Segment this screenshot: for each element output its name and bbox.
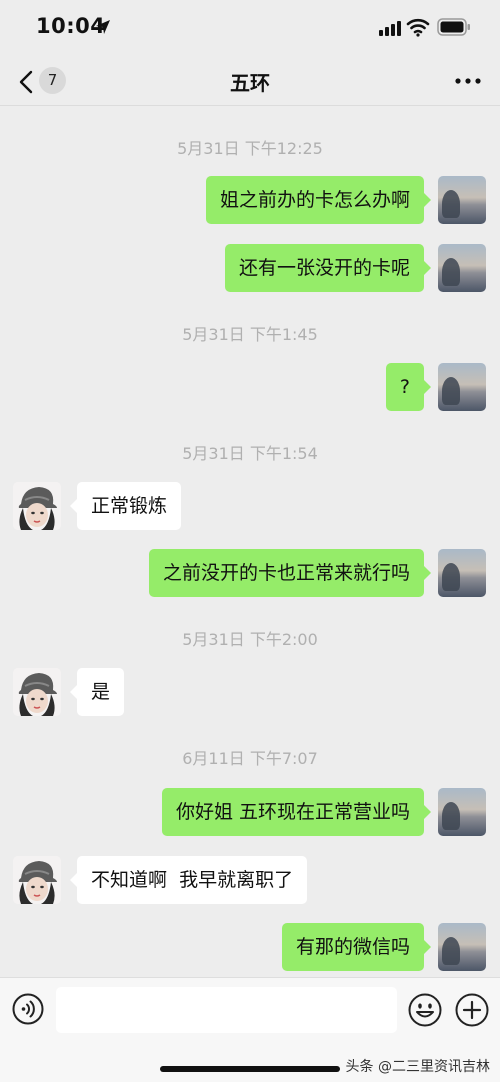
watermark-text: 头条 @二三里资讯吉林 <box>345 1059 490 1075</box>
unread-count-badge: 7 <box>39 67 66 94</box>
outgoing-message-bubble[interactable]: 你好姐 五环现在正常营业吗 <box>161 788 432 836</box>
add-attachment-icon[interactable] <box>455 993 489 1027</box>
my-avatar[interactable] <box>438 363 486 411</box>
incoming-message-bubble[interactable]: 正常锻炼 <box>69 482 182 530</box>
contact-avatar[interactable] <box>13 668 61 716</box>
my-avatar[interactable] <box>438 176 486 224</box>
message-list[interactable]: 5月31日 下午12:25 姐之前办的卡怎么办啊 还有一张没开的卡呢 5月31日… <box>0 107 500 977</box>
incoming-message-bubble[interactable]: 不知道啊 我早就离职了 <box>69 856 308 904</box>
contact-avatar-image <box>13 668 61 716</box>
outgoing-message-bubble[interactable]: ? <box>385 363 432 411</box>
message-timestamp: 5月31日 下午2:00 <box>182 630 318 649</box>
chat-screen: 10:04 7 五环 5月31日 下午12:25 姐之前办的卡怎么办啊 还有一张… <box>0 0 500 1082</box>
my-avatar[interactable] <box>438 923 486 971</box>
emoji-icon[interactable] <box>408 993 442 1027</box>
location-arrow-icon <box>96 20 110 34</box>
message-text-input[interactable] <box>56 987 397 1033</box>
message-timestamp: 6月11日 下午7:07 <box>182 749 318 768</box>
message-timestamp: 5月31日 下午1:45 <box>182 325 318 344</box>
contact-avatar[interactable] <box>13 482 61 530</box>
chat-title: 五环 <box>230 71 270 95</box>
home-indicator[interactable] <box>160 1066 340 1072</box>
voice-input-icon[interactable] <box>12 993 44 1025</box>
my-avatar[interactable] <box>438 244 486 292</box>
message-timestamp: 5月31日 下午1:54 <box>182 444 318 463</box>
contact-avatar[interactable] <box>13 856 61 904</box>
back-button[interactable]: 7 <box>14 62 74 100</box>
more-options-icon[interactable] <box>448 66 488 96</box>
incoming-message-bubble[interactable]: 是 <box>69 668 125 716</box>
contact-avatar-image <box>13 482 61 530</box>
chat-header: 7 五环 <box>0 56 500 106</box>
my-avatar[interactable] <box>438 788 486 836</box>
battery-icon <box>437 18 470 36</box>
outgoing-message-bubble[interactable]: 还有一张没开的卡呢 <box>224 244 432 292</box>
message-timestamp: 5月31日 下午12:25 <box>177 139 323 158</box>
cellular-signal-icon <box>379 21 401 36</box>
contact-avatar-image <box>13 856 61 904</box>
outgoing-message-bubble[interactable]: 有那的微信吗 <box>281 923 432 971</box>
my-avatar[interactable] <box>438 549 486 597</box>
message-input-bar: 头条 @二三里资讯吉林 <box>0 977 500 1082</box>
status-bar: 10:04 <box>0 0 500 56</box>
chevron-left-icon <box>19 70 33 94</box>
wifi-icon <box>406 18 430 37</box>
outgoing-message-bubble[interactable]: 之前没开的卡也正常来就行吗 <box>148 549 432 597</box>
outgoing-message-bubble[interactable]: 姐之前办的卡怎么办啊 <box>205 176 432 224</box>
